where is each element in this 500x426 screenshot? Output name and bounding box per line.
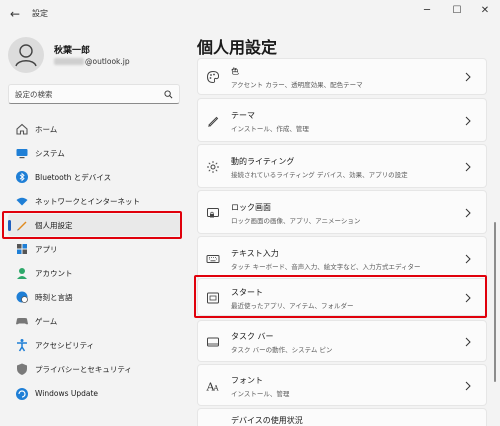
scrollbar-thumb[interactable] bbox=[494, 222, 496, 382]
card-desc: アクセント カラー、透明度効果、配色テーマ bbox=[231, 81, 363, 89]
sidebar-item-windows-update[interactable]: Windows Update bbox=[8, 383, 180, 405]
bluetooth-icon bbox=[16, 171, 28, 183]
sidebar-item-privacy[interactable]: プライバシーとセキュリティ bbox=[8, 358, 180, 380]
chevron-right-icon bbox=[465, 162, 471, 172]
settings-card-text-input[interactable]: テキスト入力 タッチ キーボード、音声入力、絵文字など、入力方式エディター bbox=[197, 236, 487, 280]
globe-clock-icon bbox=[16, 291, 28, 303]
minimize-icon[interactable]: ─ bbox=[416, 2, 438, 20]
search-placeholder: 設定の検索 bbox=[15, 90, 53, 99]
apps-icon bbox=[17, 244, 27, 254]
account-icon bbox=[17, 268, 27, 279]
chevron-right-icon bbox=[465, 72, 471, 82]
sidebar-item-label: ネットワークとインターネット bbox=[35, 197, 140, 206]
card-desc: タッチ キーボード、音声入力、絵文字など、入力方式エディター bbox=[231, 263, 421, 271]
user-icon bbox=[15, 44, 37, 67]
settings-card-colors[interactable]: 色 アクセント カラー、透明度効果、配色テーマ bbox=[197, 58, 487, 95]
sidebar-item-label: Bluetooth とデバイス bbox=[35, 173, 112, 182]
card-title: フォント bbox=[231, 376, 263, 385]
title-bar: ← 設定 ─ ☐ ✕ bbox=[0, 0, 500, 28]
sidebar-item-label: プライバシーとセキュリティ bbox=[35, 365, 132, 374]
avatar[interactable] bbox=[8, 37, 44, 73]
chevron-right-icon bbox=[465, 254, 471, 264]
settings-card-device-usage[interactable]: デバイスの使用状況 bbox=[197, 408, 487, 426]
card-desc: ロック画面の画像、アプリ、アニメーション bbox=[231, 217, 361, 225]
font-icon: A A bbox=[206, 381, 220, 394]
sidebar-item-network[interactable]: ネットワークとインターネット bbox=[8, 190, 180, 212]
sidebar-item-label: システム bbox=[35, 149, 65, 158]
taskbar-icon bbox=[207, 337, 219, 347]
brush-icon bbox=[208, 116, 219, 127]
card-desc: インストール、作成、管理 bbox=[231, 125, 309, 133]
palette-icon bbox=[206, 70, 220, 84]
card-title: テーマ bbox=[231, 111, 255, 120]
card-title: デバイスの使用状況 bbox=[231, 416, 303, 425]
sidebar-item-accessibility[interactable]: アクセシビリティ bbox=[8, 334, 180, 356]
sidebar-item-time-language[interactable]: 時刻と言語 bbox=[8, 286, 180, 308]
page-title: 個人用設定 bbox=[197, 38, 278, 57]
user-email: @outlook.jp bbox=[54, 57, 130, 66]
close-icon[interactable]: ✕ bbox=[474, 2, 496, 20]
sidebar-item-label: アプリ bbox=[35, 245, 58, 254]
card-desc: タスク バーの動作、システム ピン bbox=[231, 346, 333, 354]
chevron-right-icon bbox=[465, 381, 471, 391]
card-title: 色 bbox=[231, 67, 239, 76]
keyboard-icon bbox=[206, 255, 220, 263]
chevron-right-icon bbox=[465, 337, 471, 347]
accessibility-icon bbox=[17, 339, 27, 352]
settings-card-themes[interactable]: テーマ インストール、作成、管理 bbox=[197, 98, 487, 142]
lock-screen-icon bbox=[207, 208, 219, 218]
settings-card-dynamic-lighting[interactable]: 動的ライティング 接続されているライティング デバイス、効果、アプリの設定 bbox=[197, 144, 487, 188]
chevron-right-icon bbox=[465, 116, 471, 126]
svg-text:A: A bbox=[213, 385, 220, 393]
settings-card-lock-screen[interactable]: ロック画面 ロック画面の画像、アプリ、アニメーション bbox=[197, 190, 487, 234]
sidebar-item-label: ゲーム bbox=[35, 317, 58, 326]
gamepad-icon bbox=[16, 318, 28, 325]
card-title: 動的ライティング bbox=[231, 157, 295, 166]
chevron-right-icon bbox=[465, 208, 471, 218]
system-monitor-icon bbox=[16, 149, 28, 159]
window-title: 設定 bbox=[32, 9, 48, 18]
sidebar-item-label: 時刻と言語 bbox=[35, 293, 73, 302]
sidebar-item-gaming[interactable]: ゲーム bbox=[8, 310, 180, 332]
card-title: タスク バー bbox=[231, 332, 274, 341]
sidebar-item-label: ホーム bbox=[35, 125, 58, 134]
card-desc: インストール、管理 bbox=[231, 390, 290, 398]
sidebar-item-apps[interactable]: アプリ bbox=[8, 238, 180, 260]
maximize-icon[interactable]: ☐ bbox=[446, 2, 468, 20]
card-desc: 接続されているライティング デバイス、効果、アプリの設定 bbox=[231, 171, 408, 179]
settings-card-taskbar[interactable]: タスク バー タスク バーの動作、システム ピン bbox=[197, 320, 487, 362]
sidebar-item-label: アカウント bbox=[35, 269, 73, 278]
sidebar-item-system[interactable]: システム bbox=[8, 142, 180, 164]
sidebar-item-home[interactable]: ホーム bbox=[8, 118, 180, 140]
search-input[interactable]: 設定の検索 bbox=[8, 84, 180, 104]
sidebar-item-label: アクセシビリティ bbox=[35, 341, 95, 350]
home-icon bbox=[16, 123, 28, 135]
user-name: 秋葉一郎 bbox=[54, 46, 91, 56]
email-suffix: @outlook.jp bbox=[85, 57, 130, 66]
sidebar-item-accounts[interactable]: アカウント bbox=[8, 262, 180, 284]
sidebar-item-label: Windows Update bbox=[35, 389, 99, 398]
wifi-icon bbox=[16, 197, 28, 206]
highlight-box-sidebar bbox=[2, 211, 182, 239]
windows-update-icon bbox=[16, 388, 28, 400]
settings-card-fonts[interactable]: A A フォント インストール、管理 bbox=[197, 364, 487, 406]
shield-icon bbox=[17, 363, 27, 375]
sidebar-item-bluetooth[interactable]: Bluetooth とデバイス bbox=[8, 166, 180, 188]
highlight-box-start bbox=[194, 275, 487, 318]
back-arrow-icon[interactable]: ← bbox=[6, 5, 24, 23]
lighting-icon bbox=[207, 161, 219, 173]
card-title: テキスト入力 bbox=[231, 249, 279, 258]
card-title: ロック画面 bbox=[231, 203, 271, 212]
search-icon bbox=[164, 90, 173, 99]
email-redacted bbox=[54, 58, 84, 65]
